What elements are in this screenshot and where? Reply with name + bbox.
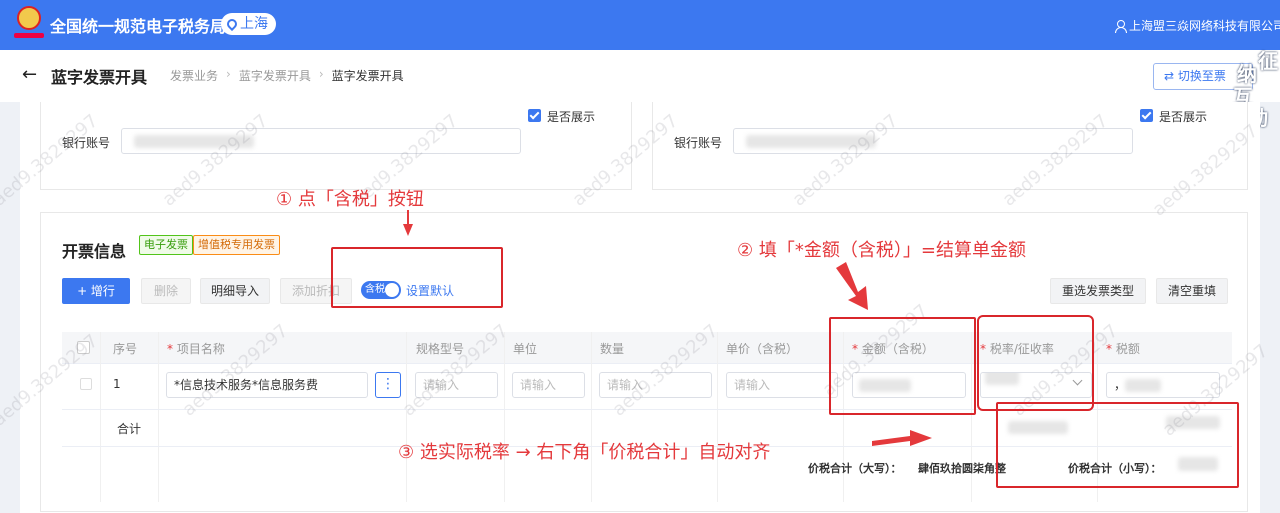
col-unit: 单位 (513, 342, 538, 356)
location-pin-icon (224, 16, 240, 32)
bank-account-label: 银行账号 (674, 136, 723, 150)
breadcrumb: 发票业务 › 蓝字发票开具 › 蓝字发票开具 (170, 67, 404, 84)
col-quantity: 数量 (600, 342, 625, 356)
item-name-input[interactable]: *信息技术服务*信息服务费 (166, 372, 368, 398)
row-checkbox[interactable] (80, 378, 92, 390)
swap-icon: ⇄ (1164, 69, 1175, 83)
back-arrow-icon[interactable]: ← (22, 64, 37, 85)
region-selector[interactable]: 上海 (221, 13, 276, 35)
select-all-checkbox[interactable] (77, 341, 90, 354)
page-title: 蓝字发票开具 (51, 68, 148, 87)
highlight-tax-rate-column (977, 315, 1094, 411)
breadcrumb-item[interactable]: 发票业务 (170, 67, 218, 84)
unit-price-input[interactable]: 请输入 (726, 372, 838, 398)
annotation-step1: ① 点「含税」按钮 (276, 189, 424, 210)
tax-amount-input[interactable]: ， (1106, 372, 1220, 398)
highlight-amount-column (829, 317, 976, 415)
tag-vat-special: 增值税专用发票 (193, 235, 280, 255)
col-divider (717, 332, 718, 502)
breadcrumb-current: 蓝字发票开具 (331, 69, 404, 83)
highlight-tax-toggle (331, 247, 503, 308)
row-index: 1 (113, 377, 121, 391)
user-menu[interactable]: 上海盟三焱网络科技有限公司 (1115, 17, 1280, 34)
col-divider (504, 332, 505, 502)
col-divider (158, 332, 159, 502)
company-name: 上海盟三焱网络科技有限公司 (1129, 19, 1280, 33)
app-title: 全国统一规范电子税务局 (50, 17, 227, 36)
region-label: 上海 (240, 16, 268, 32)
col-spec: 规格型号 (416, 342, 465, 356)
chevron-right-icon: › (226, 67, 231, 81)
tag-e-invoice: 电子发票 (139, 235, 193, 255)
show-bank-label: 是否展示 (547, 110, 596, 124)
add-row-button[interactable]: + 增行 (62, 278, 130, 304)
spec-input[interactable]: 请输入 (415, 372, 498, 398)
tax-emblem-logo (14, 6, 44, 40)
subtotal-label: 合计 (117, 422, 142, 436)
show-bank-checkbox-right[interactable] (1140, 109, 1153, 122)
show-bank-checkbox-left[interactable] (528, 109, 541, 122)
col-unit-price: 单价（含税） (726, 342, 799, 356)
top-header: 全国统一规范电子税务局 上海 上海盟三焱网络科技有限公司 (0, 0, 1280, 50)
col-tax-amount: * 税额 (1106, 342, 1140, 356)
switch-mode-label: 切换至票 (1177, 69, 1226, 83)
col-divider (591, 332, 592, 502)
total-upper-label: 价税合计（大写）： (808, 462, 902, 475)
badge-char: 征 (1258, 49, 1278, 73)
page-header: ← 蓝字发票开具 发票业务 › 蓝字发票开具 › 蓝字发票开具 ⇄ 切换至票 (0, 50, 1280, 102)
chevron-right-icon: › (318, 67, 324, 81)
annotation-step2: ② 填「*金额（含税）」=结算单金额 (737, 240, 1026, 261)
col-item-name: * 项目名称 (167, 342, 225, 356)
quantity-input[interactable]: 请输入 (599, 372, 712, 398)
bank-account-input-right[interactable] (733, 128, 1133, 154)
bank-account-input-left[interactable] (121, 128, 521, 154)
detail-import-button[interactable]: 明细导入 (200, 278, 270, 304)
reselect-invoice-type-button[interactable]: 重选发票类型 (1050, 278, 1146, 304)
more-options-icon[interactable]: ⋮ (375, 372, 401, 398)
show-bank-label: 是否展示 (1159, 110, 1208, 124)
unit-input[interactable]: 请输入 (512, 372, 585, 398)
clear-refill-button[interactable]: 清空重填 (1156, 278, 1228, 304)
annotation-step3: ③ 选实际税率 → 右下角「价税合计」自动对齐 (398, 442, 771, 463)
breadcrumb-item[interactable]: 蓝字发票开具 (239, 67, 311, 84)
delete-button[interactable]: 删除 (141, 278, 191, 304)
highlight-total (996, 402, 1239, 488)
total-upper-value: 肆佰玖拾圆柒角整 (918, 462, 1006, 475)
user-icon (1115, 20, 1127, 33)
badge-char: 纳 (1237, 62, 1257, 86)
col-divider (100, 332, 101, 502)
col-index: 序号 (113, 342, 138, 356)
col-divider (406, 332, 407, 502)
section-title: 开票信息 (62, 242, 127, 261)
bank-account-label: 银行账号 (62, 136, 111, 150)
